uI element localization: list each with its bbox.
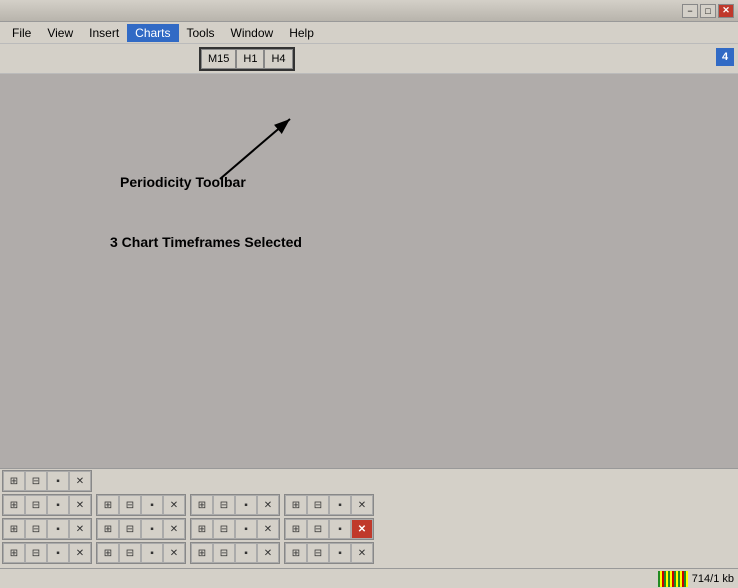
taskbar-row-2: ⊞ ⊟ ▪ ✕ ⊞ ⊟ ▪ ✕ ⊞ ⊟ ▪ ✕ ⊞ ⊟ ▪ ✕ bbox=[0, 493, 738, 517]
tb-resize-2-1[interactable]: ▪ bbox=[47, 495, 69, 515]
taskbar-group-4-4: ⊞ ⊟ ▪ ✕ bbox=[284, 542, 374, 564]
tb-chart-4-4[interactable]: ⊞ bbox=[285, 543, 307, 563]
tb-chart-2-2[interactable]: ⊞ bbox=[97, 495, 119, 515]
taskbar-group-3-1: ⊞ ⊟ ▪ ✕ bbox=[2, 518, 92, 540]
tb-resize-3-3[interactable]: ▪ bbox=[235, 519, 257, 539]
bottom-panel: ⊞ ⊟ ▪ ✕ ⊞ ⊟ ▪ ✕ ⊞ ⊟ ▪ ✕ ⊞ ⊟ ▪ ✕ ⊞ ⊟ ▪ bbox=[0, 468, 738, 568]
connection-status-icon bbox=[658, 571, 688, 587]
tb-dup-2-2[interactable]: ⊟ bbox=[119, 495, 141, 515]
tb-chart-4-1[interactable]: ⊞ bbox=[3, 543, 25, 563]
tb-dup-3-3[interactable]: ⊟ bbox=[213, 519, 235, 539]
period-m15-button[interactable]: M15 bbox=[201, 49, 236, 69]
taskbar-group-1-1: ⊞ ⊟ ▪ ✕ bbox=[2, 470, 92, 492]
annotation-subtitle: 3 Chart Timeframes Selected bbox=[110, 234, 302, 250]
tb-dup-4-2[interactable]: ⊟ bbox=[119, 543, 141, 563]
menu-tools[interactable]: Tools bbox=[179, 24, 223, 42]
tb-resize-4-2[interactable]: ▪ bbox=[141, 543, 163, 563]
period-h4-button[interactable]: H4 bbox=[264, 49, 292, 69]
tb-chart-3-3[interactable]: ⊞ bbox=[191, 519, 213, 539]
menu-bar: File View Insert Charts Tools Window Hel… bbox=[0, 22, 738, 44]
tb-close-2-4[interactable]: ✕ bbox=[351, 495, 373, 515]
status-bar: 714/1 kb bbox=[0, 568, 738, 588]
tb-chart-2-3[interactable]: ⊞ bbox=[191, 495, 213, 515]
taskbar-row-3: ⊞ ⊟ ▪ ✕ ⊞ ⊟ ▪ ✕ ⊞ ⊟ ▪ ✕ ⊞ ⊟ ▪ ✕ bbox=[0, 517, 738, 541]
tb-chart-4-3[interactable]: ⊞ bbox=[191, 543, 213, 563]
tb-close-2-1[interactable]: ✕ bbox=[69, 495, 91, 515]
menu-file[interactable]: File bbox=[4, 24, 39, 42]
menu-insert[interactable]: Insert bbox=[81, 24, 127, 42]
taskbar-group-2-3: ⊞ ⊟ ▪ ✕ bbox=[190, 494, 280, 516]
tb-resize-3-1[interactable]: ▪ bbox=[47, 519, 69, 539]
tb-close-2-3[interactable]: ✕ bbox=[257, 495, 279, 515]
tb-resize-icon-1[interactable]: ▪ bbox=[47, 471, 69, 491]
tb-chart-3-1[interactable]: ⊞ bbox=[3, 519, 25, 539]
tb-resize-2-4[interactable]: ▪ bbox=[329, 495, 351, 515]
tb-close-3-4-red[interactable]: ✕ bbox=[351, 519, 373, 539]
tb-dup-2-4[interactable]: ⊟ bbox=[307, 495, 329, 515]
tb-dup-4-1[interactable]: ⊟ bbox=[25, 543, 47, 563]
menu-help[interactable]: Help bbox=[281, 24, 322, 42]
tb-dup-3-2[interactable]: ⊟ bbox=[119, 519, 141, 539]
tb-close-3-3[interactable]: ✕ bbox=[257, 519, 279, 539]
tb-close-3-2[interactable]: ✕ bbox=[163, 519, 185, 539]
tb-resize-4-4[interactable]: ▪ bbox=[329, 543, 351, 563]
toolbar-area: M15 H1 H4 4 bbox=[0, 44, 738, 74]
menu-charts[interactable]: Charts bbox=[127, 24, 178, 42]
tb-close-2-2[interactable]: ✕ bbox=[163, 495, 185, 515]
title-bar: − □ ✕ bbox=[0, 0, 738, 22]
window-controls: − □ ✕ bbox=[682, 4, 734, 18]
main-content: Periodicity Toolbar 3 Chart Timeframes S… bbox=[0, 74, 738, 468]
tb-close-4-4[interactable]: ✕ bbox=[351, 543, 373, 563]
tb-dup-icon-1[interactable]: ⊟ bbox=[25, 471, 47, 491]
periodicity-toolbar: M15 H1 H4 bbox=[199, 47, 295, 71]
tb-resize-4-1[interactable]: ▪ bbox=[47, 543, 69, 563]
taskbar-group-2-4: ⊞ ⊟ ▪ ✕ bbox=[284, 494, 374, 516]
tb-close-4-2[interactable]: ✕ bbox=[163, 543, 185, 563]
menu-window[interactable]: Window bbox=[223, 24, 282, 42]
tb-dup-4-3[interactable]: ⊟ bbox=[213, 543, 235, 563]
tb-close-4-3[interactable]: ✕ bbox=[257, 543, 279, 563]
tb-resize-3-2[interactable]: ▪ bbox=[141, 519, 163, 539]
tb-resize-2-2[interactable]: ▪ bbox=[141, 495, 163, 515]
taskbar-group-3-3: ⊞ ⊟ ▪ ✕ bbox=[190, 518, 280, 540]
taskbar-group-2-1: ⊞ ⊟ ▪ ✕ bbox=[2, 494, 92, 516]
taskbar-group-2-2: ⊞ ⊟ ▪ ✕ bbox=[96, 494, 186, 516]
taskbar-group-4-1: ⊞ ⊟ ▪ ✕ bbox=[2, 542, 92, 564]
annotation-label: Periodicity Toolbar bbox=[120, 174, 246, 190]
period-h1-button[interactable]: H1 bbox=[236, 49, 264, 69]
tb-dup-4-4[interactable]: ⊟ bbox=[307, 543, 329, 563]
taskbar-row-4: ⊞ ⊟ ▪ ✕ ⊞ ⊟ ▪ ✕ ⊞ ⊟ ▪ ✕ ⊞ ⊟ ▪ ✕ bbox=[0, 541, 738, 565]
tb-resize-3-4[interactable]: ▪ bbox=[329, 519, 351, 539]
taskbar-row-1: ⊞ ⊟ ▪ ✕ bbox=[0, 469, 738, 493]
maximize-button[interactable]: □ bbox=[700, 4, 716, 18]
taskbar-group-3-4: ⊞ ⊟ ▪ ✕ bbox=[284, 518, 374, 540]
taskbar-group-3-2: ⊞ ⊟ ▪ ✕ bbox=[96, 518, 186, 540]
tb-dup-2-3[interactable]: ⊟ bbox=[213, 495, 235, 515]
page-indicator: 4 bbox=[716, 48, 734, 66]
tb-close-icon-1[interactable]: ✕ bbox=[69, 471, 91, 491]
tb-chart-3-4[interactable]: ⊞ bbox=[285, 519, 307, 539]
status-info: 714/1 kb bbox=[692, 573, 734, 585]
close-button[interactable]: ✕ bbox=[718, 4, 734, 18]
tb-chart-icon-1[interactable]: ⊞ bbox=[3, 471, 25, 491]
tb-close-3-1[interactable]: ✕ bbox=[69, 519, 91, 539]
tb-resize-2-3[interactable]: ▪ bbox=[235, 495, 257, 515]
tb-chart-4-2[interactable]: ⊞ bbox=[97, 543, 119, 563]
tb-dup-2-1[interactable]: ⊟ bbox=[25, 495, 47, 515]
tb-dup-3-1[interactable]: ⊟ bbox=[25, 519, 47, 539]
tb-chart-3-2[interactable]: ⊞ bbox=[97, 519, 119, 539]
tb-chart-2-4[interactable]: ⊞ bbox=[285, 495, 307, 515]
tb-resize-4-3[interactable]: ▪ bbox=[235, 543, 257, 563]
tb-chart-2-1[interactable]: ⊞ bbox=[3, 495, 25, 515]
taskbar-group-4-3: ⊞ ⊟ ▪ ✕ bbox=[190, 542, 280, 564]
taskbar-group-4-2: ⊞ ⊟ ▪ ✕ bbox=[96, 542, 186, 564]
tb-close-4-1[interactable]: ✕ bbox=[69, 543, 91, 563]
tb-dup-3-4[interactable]: ⊟ bbox=[307, 519, 329, 539]
minimize-button[interactable]: − bbox=[682, 4, 698, 18]
annotation: Periodicity Toolbar 3 Chart Timeframes S… bbox=[100, 104, 400, 304]
annotation-arrow bbox=[100, 104, 400, 304]
menu-view[interactable]: View bbox=[39, 24, 81, 42]
